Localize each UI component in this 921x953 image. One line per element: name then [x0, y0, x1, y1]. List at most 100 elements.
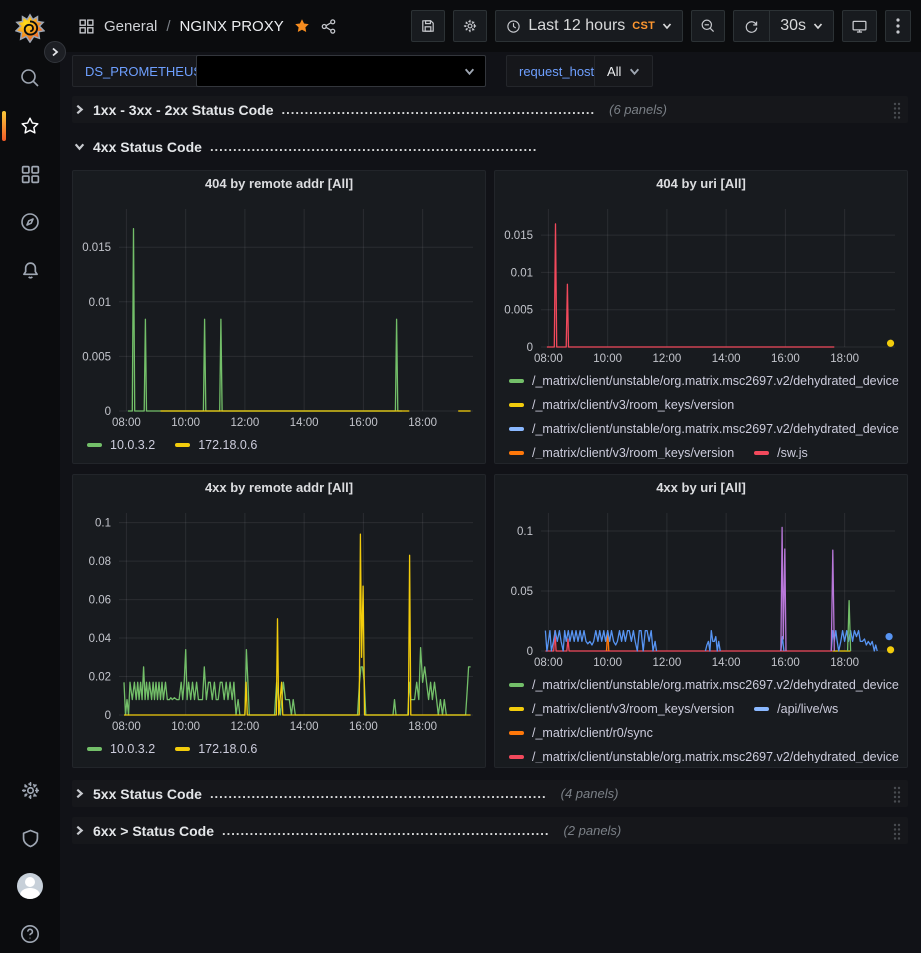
timeseries-chart[interactable]: 00.0050.010.01508:0010:0012:0014:0016:00…: [495, 197, 907, 367]
legend-item[interactable]: /_matrix/client/unstable/org.matrix.msc2…: [509, 374, 899, 388]
x-axis-tick-label: 12:00: [653, 657, 682, 669]
timeseries-chart[interactable]: 00.020.040.060.080.108:0010:0012:0014:00…: [73, 501, 485, 735]
y-axis-tick-label: 0.1: [517, 526, 533, 538]
row-header-5xx[interactable]: 5xx Status Code ........................…: [72, 780, 908, 807]
sidebar-item-configuration[interactable]: [0, 770, 60, 810]
panel-legend: /_matrix/client/unstable/org.matrix.msc2…: [495, 367, 907, 459]
y-axis-tick-label: 0: [527, 342, 533, 354]
x-axis-tick-label: 16:00: [349, 417, 378, 429]
legend-item[interactable]: 10.0.3.2: [87, 438, 155, 452]
row-drag-handle-icon[interactable]: [892, 101, 902, 119]
series-line: [128, 229, 402, 411]
legend-item[interactable]: 172.18.0.6: [175, 742, 257, 756]
row-header-4xx[interactable]: 4xx Status Code ........................…: [72, 133, 908, 160]
x-axis-tick-label: 14:00: [290, 721, 319, 733]
x-axis-tick-label: 08:00: [534, 657, 563, 669]
legend-swatch: [509, 379, 524, 383]
panel-title[interactable]: 4xx by remote addr [All]: [73, 475, 485, 501]
clock-icon: [506, 19, 521, 34]
variable-select-datasource[interactable]: [196, 55, 486, 87]
legend-row: /_matrix/client/v3/room_keys/version/sw.…: [509, 441, 907, 459]
time-range-picker[interactable]: Last 12 hours CST: [495, 10, 683, 42]
x-axis-tick-label: 18:00: [408, 721, 437, 733]
y-axis-tick-label: 0.015: [504, 230, 533, 242]
x-axis-tick-label: 16:00: [349, 721, 378, 733]
panel-legend: 10.0.3.2 172.18.0.6: [73, 735, 485, 767]
more-options-button[interactable]: [885, 10, 911, 42]
legend-swatch: [509, 683, 524, 687]
cycle-view-mode-button[interactable]: [842, 10, 877, 42]
sidebar-item-help[interactable]: [0, 914, 60, 953]
legend-item[interactable]: 172.18.0.6: [175, 438, 257, 452]
x-axis-tick-label: 16:00: [771, 353, 800, 365]
chevron-down-icon: [813, 21, 823, 31]
row-header-6xx[interactable]: 6xx > Status Code ......................…: [72, 817, 908, 844]
time-range-current[interactable]: Last 12 hours CST: [496, 11, 682, 41]
y-axis-tick-label: 0.06: [89, 595, 111, 607]
panel-title[interactable]: 404 by uri [All]: [495, 171, 907, 197]
x-axis-tick-label: 08:00: [112, 417, 141, 429]
breadcrumb-dashboard-title[interactable]: NGINX PROXY: [180, 18, 284, 35]
legend-item[interactable]: 10.0.3.2: [87, 742, 155, 756]
gear-icon: [20, 780, 41, 801]
legend-item[interactable]: /_matrix/client/unstable/org.matrix.msc2…: [509, 750, 899, 763]
row-header-1xx[interactable]: 1xx - 3xx - 2xx Status Code ............…: [72, 96, 908, 123]
save-dashboard-button[interactable]: [411, 10, 445, 42]
legend-row: /_matrix/client/unstable/org.matrix.msc2…: [509, 369, 907, 393]
legend-item[interactable]: /_matrix/client/unstable/org.matrix.msc2…: [509, 678, 899, 692]
legend-item[interactable]: /_matrix/client/v3/room_keys/version: [509, 446, 734, 459]
sidebar-item-starred[interactable]: [0, 106, 60, 146]
legend-item[interactable]: /sw.js: [754, 446, 808, 459]
legend-label: 172.18.0.6: [198, 438, 257, 452]
topbar-actions: Last 12 hours CST 30s: [411, 10, 911, 42]
legend-row: 10.0.3.2 172.18.0.6: [87, 433, 485, 457]
favorite-star-icon[interactable]: [293, 17, 311, 35]
refresh-button[interactable]: [734, 11, 769, 41]
star-icon: [19, 115, 41, 137]
x-axis-tick-label: 12:00: [231, 721, 260, 733]
legend-item[interactable]: /_matrix/client/r0/sync: [509, 726, 653, 740]
timeseries-chart[interactable]: 00.050.108:0010:0012:0014:0016:0018:00: [495, 501, 907, 671]
legend-row: /_matrix/client/unstable/org.matrix.msc2…: [509, 745, 907, 763]
row-title: 5xx Status Code: [93, 786, 202, 802]
variable-label-request-host: request_host: [506, 55, 607, 87]
compass-icon: [19, 211, 41, 233]
legend-row: /_matrix/client/v3/room_keys/version: [509, 393, 907, 417]
legend-item[interactable]: /_matrix/client/v3/room_keys/version: [509, 702, 734, 716]
y-axis-tick-label: 0.08: [89, 556, 111, 568]
save-icon: [420, 18, 436, 34]
series-point-marker: [887, 340, 894, 347]
legend-item[interactable]: /_matrix/client/unstable/org.matrix.msc2…: [509, 422, 899, 436]
panel-title[interactable]: 404 by remote addr [All]: [73, 171, 485, 197]
sidebar-item-alerting[interactable]: [0, 250, 60, 290]
monitor-icon: [851, 18, 868, 35]
timeseries-chart[interactable]: 00.0050.010.01508:0010:0012:0014:0016:00…: [73, 197, 485, 431]
help-circle-icon: [19, 923, 41, 945]
sidebar-item-dashboards[interactable]: [0, 154, 60, 194]
legend-item[interactable]: /api/live/ws: [754, 702, 838, 716]
legend-row: /_matrix/client/unstable/org.matrix.msc2…: [509, 673, 907, 697]
sidebar-item-search[interactable]: [0, 58, 60, 98]
row-drag-handle-icon[interactable]: [892, 822, 902, 840]
series-line: [545, 631, 656, 651]
sidebar-item-explore[interactable]: [0, 202, 60, 242]
panel-legend: /_matrix/client/unstable/org.matrix.msc2…: [495, 671, 907, 763]
sidebar-item-server-admin[interactable]: [0, 818, 60, 858]
timezone-label: CST: [632, 20, 655, 32]
x-axis-tick-label: 18:00: [830, 353, 859, 365]
breadcrumb-section[interactable]: General: [104, 18, 157, 35]
y-axis-tick-label: 0: [105, 406, 111, 418]
legend-item[interactable]: /_matrix/client/v3/room_keys/version: [509, 398, 734, 412]
row-panel-count: (6 panels): [609, 102, 667, 117]
variable-select-request-host[interactable]: All: [594, 55, 653, 87]
dashboard-settings-button[interactable]: [453, 10, 487, 42]
row-drag-handle-icon[interactable]: [892, 785, 902, 803]
zoom-out-time-button[interactable]: [691, 10, 725, 42]
y-axis-tick-label: 0.015: [82, 242, 111, 254]
sidebar-expand-button[interactable]: [44, 41, 66, 63]
refresh-interval-dropdown[interactable]: 30s: [769, 11, 833, 41]
sidebar-item-profile[interactable]: [0, 866, 60, 906]
panel-title[interactable]: 4xx by uri [All]: [495, 475, 907, 501]
share-icon[interactable]: [320, 18, 337, 35]
legend-swatch: [175, 443, 190, 447]
